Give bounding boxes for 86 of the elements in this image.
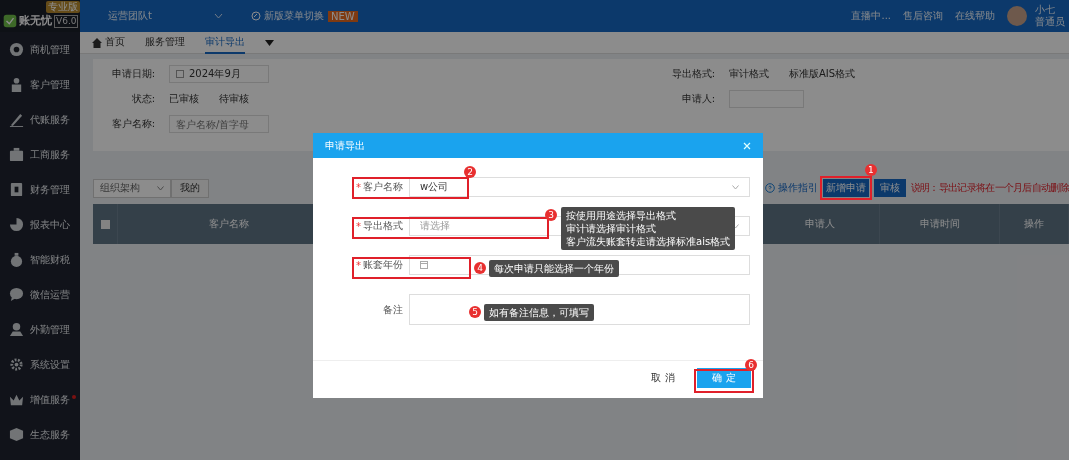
step-badge: 2 bbox=[464, 166, 476, 178]
status-option[interactable]: 已审核 bbox=[169, 92, 199, 106]
step-badge: 1 bbox=[864, 164, 877, 176]
field-label: 账套年份 bbox=[363, 258, 403, 272]
sidebar-item[interactable]: 智能财税 bbox=[0, 242, 80, 277]
confirm-button[interactable]: 确 定 bbox=[697, 367, 751, 388]
top-link[interactable]: 直播中... bbox=[851, 9, 891, 23]
close-icon[interactable] bbox=[743, 141, 751, 150]
pen-icon bbox=[9, 112, 24, 127]
required-mark: * bbox=[356, 220, 361, 232]
circle-icon bbox=[9, 42, 24, 57]
step-badge: 4 bbox=[474, 262, 486, 274]
status-option[interactable]: 待审核 bbox=[219, 92, 249, 106]
field-label: 申请日期: bbox=[110, 67, 155, 81]
field-label: 状态: bbox=[130, 92, 155, 106]
field-label: 导出格式: bbox=[670, 67, 715, 81]
dialog-title: 申请导出 bbox=[325, 138, 365, 153]
logo-icon bbox=[3, 14, 17, 28]
sidebar-item[interactable]: 客户管理 bbox=[0, 67, 80, 102]
tooltip: 按使用用途选择导出格式 审计请选择审计格式 客户流失账套转走请选择标准ais格式 bbox=[561, 207, 736, 250]
cube-icon bbox=[9, 427, 24, 442]
highlight-overlay bbox=[694, 369, 754, 393]
switch-icon bbox=[250, 11, 261, 21]
sidebar-item[interactable]: 生态服务 bbox=[0, 417, 80, 452]
menu-switch-link[interactable]: 新版菜单切换 bbox=[250, 9, 324, 23]
step-badge: 6 bbox=[745, 359, 757, 371]
sidebar-item[interactable]: 外勤管理 bbox=[0, 312, 80, 347]
format-option[interactable]: 审计格式 bbox=[729, 67, 769, 81]
sidebar-item[interactable]: 系统设置 bbox=[0, 347, 80, 382]
action-button[interactable]: 审核 bbox=[873, 179, 906, 197]
new-badge: NEW bbox=[327, 10, 358, 22]
date-field[interactable]: 2024年9月 bbox=[169, 65, 269, 83]
person-icon bbox=[9, 77, 24, 92]
select-all-checkbox[interactable] bbox=[100, 219, 110, 229]
top-link[interactable]: 在线帮助 bbox=[955, 9, 995, 23]
version-tag: V6.0 bbox=[54, 15, 79, 28]
sidebar-item[interactable]: 代账服务 bbox=[0, 102, 80, 137]
tab[interactable]: 服务管理 bbox=[145, 31, 185, 54]
bag-icon bbox=[9, 252, 24, 267]
chat-icon bbox=[9, 287, 24, 302]
home-icon[interactable] bbox=[92, 37, 102, 48]
gear-icon bbox=[9, 357, 24, 372]
field-label: 客户名称 bbox=[363, 180, 403, 194]
required-mark: * bbox=[356, 181, 361, 193]
required-mark: * bbox=[356, 259, 361, 271]
help-icon bbox=[764, 183, 775, 193]
tab[interactable]: 审计导出 bbox=[205, 31, 245, 54]
chevron-down-icon bbox=[732, 184, 739, 190]
sidebar-item[interactable]: 工商服务 bbox=[0, 137, 80, 172]
sidebar-item[interactable]: 商机管理 bbox=[0, 32, 80, 67]
book-icon bbox=[9, 182, 24, 197]
top-link[interactable]: 售后咨询 bbox=[903, 9, 943, 23]
team-select[interactable]: 运营团队t bbox=[108, 9, 223, 23]
chevron-down-icon bbox=[213, 13, 223, 19]
edition-badge: 专业版 bbox=[46, 1, 80, 13]
guide-link[interactable]: 操作指引 bbox=[777, 181, 818, 195]
user-name[interactable]: 小七 bbox=[1035, 4, 1065, 16]
sidebar-item[interactable]: 报表中心 bbox=[0, 207, 80, 242]
user-role: 普通员 bbox=[1035, 16, 1065, 28]
column-header: 操作 bbox=[1000, 204, 1069, 244]
sidebar-item[interactable]: 微信运营 bbox=[0, 277, 80, 312]
sidebar-item[interactable]: 财务管理 bbox=[0, 172, 80, 207]
calendar-icon bbox=[420, 261, 428, 269]
highlight-overlay bbox=[819, 176, 872, 200]
calendar-icon bbox=[176, 70, 184, 78]
org-select[interactable]: 组织架构 bbox=[93, 178, 171, 198]
field-label: 导出格式 bbox=[363, 219, 403, 233]
format-option[interactable]: 标准版AIS格式 bbox=[789, 67, 856, 81]
field-label: 申请人: bbox=[680, 92, 715, 106]
field-label: 备注 bbox=[383, 302, 403, 317]
action-button[interactable]: 新增申请 bbox=[822, 179, 869, 197]
caret-icon[interactable] bbox=[265, 39, 274, 46]
tooltip: 如有备注信息，可填写 bbox=[484, 304, 594, 321]
customer-search-field[interactable]: 客户名称/首字母 bbox=[169, 115, 269, 133]
tab[interactable]: 首页 bbox=[105, 31, 125, 54]
chevron-down-icon bbox=[157, 185, 164, 191]
mine-button[interactable]: 我的 bbox=[171, 178, 209, 198]
step-badge: 3 bbox=[545, 209, 557, 221]
tooltip: 每次申请只能选择一个年份 bbox=[489, 260, 619, 277]
column-header: 申请时间 bbox=[880, 204, 1000, 244]
field-label: 客户名称: bbox=[110, 117, 155, 131]
logo-text: 账无忧 bbox=[19, 13, 52, 28]
pie-icon bbox=[9, 217, 24, 232]
briefcase-icon bbox=[9, 147, 24, 162]
crown-icon bbox=[9, 392, 24, 407]
sidebar-item[interactable]: 增值服务 bbox=[0, 382, 80, 417]
